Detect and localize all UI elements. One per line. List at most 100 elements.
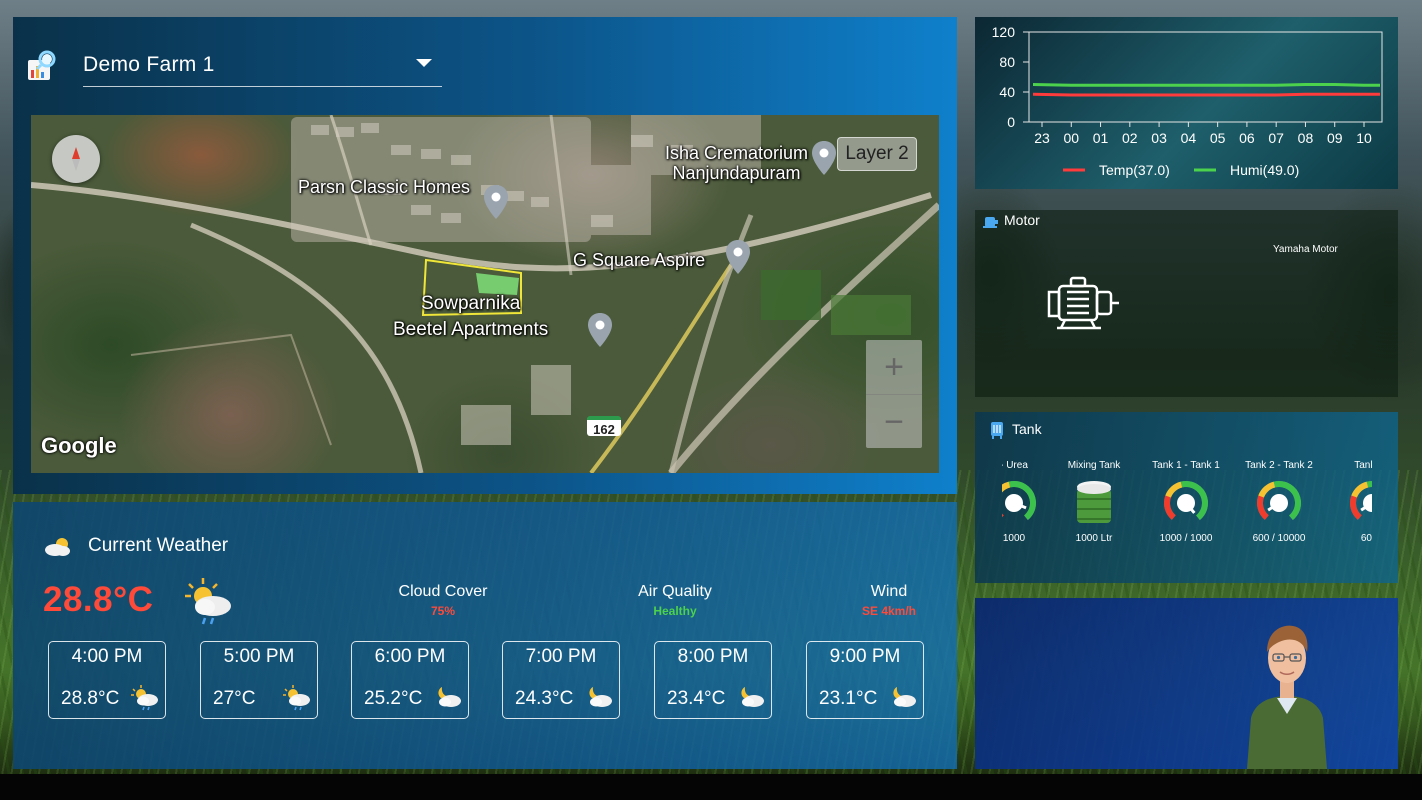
forecast-temp: 28.8°C — [61, 688, 120, 709]
forecast-time: 5:00 PM — [223, 646, 295, 667]
partly-cloudy-icon — [45, 538, 70, 556]
y-tick-label: 120 — [992, 24, 1016, 40]
forecast-temp: 25.2°C — [364, 688, 423, 709]
farm-analytics-icon — [28, 50, 56, 80]
hourly-forecast-card[interactable]: 6:00 PM 25.2°C — [351, 641, 469, 719]
bottom-bar — [0, 774, 1422, 800]
motor-panel: Motor Yamaha Motor — [975, 210, 1398, 397]
temp-humidity-chart-panel: 120 80 40 0 23 00 01 02 03 04 05 06 07 08 09 10 Temp(37.… — [975, 17, 1398, 189]
map-label-gsquare: G Square Aspire — [573, 250, 706, 270]
tank-level-gauge — [1350, 481, 1372, 525]
tank-item[interactable]: - Urea 1000 — [1002, 460, 1054, 544]
map-pin-icon[interactable] — [811, 141, 837, 175]
motor-name: Yamaha Motor — [1273, 244, 1338, 255]
current-temperature: 28.8°C — [43, 580, 154, 619]
map-label-crematorium: Isha Crematorium Nanjundapuram — [665, 143, 809, 183]
forecast-time: 8:00 PM — [677, 646, 749, 667]
farm-dropdown[interactable]: Demo Farm 1 — [26, 50, 442, 104]
forecast-temp: 24.3°C — [515, 688, 574, 709]
chevron-down-icon — [416, 59, 432, 67]
satellite-map[interactable]: Layer 2 Isha Crematorium Nanjundapuram P… — [31, 115, 939, 473]
tank-item[interactable]: Tank 2 - Tank 2 600 / 10000 — [1239, 460, 1319, 544]
x-tick-label: 09 — [1327, 130, 1343, 146]
moon-cloud-icon — [893, 687, 916, 707]
x-tick-label: 00 — [1063, 130, 1079, 146]
x-tick-label: 03 — [1151, 130, 1167, 146]
legend-label: Humi(49.0) — [1230, 162, 1299, 178]
cloud-cover-label: Cloud Cover — [398, 583, 488, 600]
temp-humidity-chart: 120 80 40 0 23 00 01 02 03 04 05 06 07 08 09 10 Temp(37.… — [992, 24, 1383, 178]
tank-name: Tank 2 - Tank 2 — [1245, 460, 1313, 471]
tank-level-gauge — [1257, 481, 1301, 525]
cloud-cover-metric: Cloud Cover 75% — [373, 583, 513, 618]
y-tick-label: 80 — [999, 54, 1015, 70]
weather-panel: Current Weather 28.8°C Cloud Cover 75% A… — [13, 502, 957, 769]
google-logo: Google — [41, 433, 117, 458]
air-quality-label: Air Quality — [638, 583, 712, 600]
map-panel: Demo Farm 1 Layer 2 Isha Crematorium Nan… — [13, 17, 957, 494]
tank-value: 1000 — [1002, 533, 1026, 544]
sun-rain-icon — [283, 685, 310, 711]
layer-button[interactable]: Layer 2 — [837, 137, 917, 171]
zoom-in-button[interactable]: + — [866, 340, 922, 394]
tank-list[interactable]: - Urea 1000 Mixing Tank 1000 Ltr Tank 1 - Ta… — [1002, 412, 1372, 583]
forecast-time: 6:00 PM — [374, 646, 446, 667]
tank-panel: Tank - Urea 1000 Mixing Tank 1000 Ltr Tank 1… — [975, 412, 1398, 583]
tank-item[interactable]: Tank 1 - Tank 1 1000 / 1000 — [1146, 460, 1226, 544]
x-tick-label: 23 — [1034, 130, 1050, 146]
tank-value: 1000 / 1000 — [1159, 533, 1213, 544]
tank-value: 600 / 10000 — [1252, 533, 1306, 544]
air-quality-value: Healthy — [653, 604, 697, 618]
forecast-temp: 23.1°C — [819, 688, 878, 709]
map-pin-icon[interactable] — [725, 240, 751, 274]
wind-metric: Wind SE 4km/h — [819, 583, 959, 618]
tank-name: - Urea — [1002, 460, 1028, 471]
hourly-forecast-card[interactable]: 5:00 PM 27°C — [200, 641, 318, 719]
cloud-cover-value: 75% — [430, 604, 456, 618]
assistant-panel — [975, 598, 1398, 769]
electric-motor-icon[interactable] — [1045, 272, 1121, 334]
series-line — [1032, 92, 1380, 97]
hourly-forecast-card[interactable]: 9:00 PM 23.1°C — [806, 641, 924, 719]
motor-icon — [983, 217, 998, 228]
x-tick-label: 04 — [1181, 130, 1197, 146]
forecast-time: 7:00 PM — [525, 646, 597, 667]
farm-name: Demo Farm 1 — [83, 53, 215, 76]
air-quality-metric: Air Quality Healthy — [605, 583, 745, 618]
tank-item[interactable]: Tank 3 - 600 / — [1332, 460, 1372, 544]
route-sign: 162 — [587, 416, 621, 437]
wind-value: SE 4km/h — [861, 604, 917, 618]
tank-name: Mixing Tank — [1067, 460, 1121, 471]
motor-title: Motor — [1004, 212, 1040, 228]
x-tick-label: 08 — [1298, 130, 1314, 146]
forecast-time: 9:00 PM — [829, 646, 901, 667]
moon-cloud-icon — [438, 687, 461, 707]
x-tick-label: 07 — [1268, 130, 1284, 146]
zoom-control: + − — [866, 340, 922, 448]
x-tick-label: 06 — [1239, 130, 1255, 146]
tank-value: 1000 Ltr — [1075, 533, 1113, 544]
y-tick-label: 0 — [1007, 114, 1015, 130]
tank-level-gauge — [1164, 481, 1208, 525]
tank-name: Tank 3 - — [1354, 460, 1372, 471]
x-tick-label: 05 — [1210, 130, 1226, 146]
sun-rain-icon — [131, 685, 158, 711]
hourly-forecast-card[interactable]: 4:00 PM 28.8°C — [48, 641, 166, 719]
chart-plot-frame — [1028, 31, 1383, 123]
x-tick-label: 02 — [1122, 130, 1138, 146]
map-pin-icon[interactable] — [483, 185, 509, 219]
mixing-tank-icon — [1077, 481, 1111, 523]
hourly-forecast-card[interactable]: 8:00 PM 23.4°C — [654, 641, 772, 719]
moon-cloud-icon — [741, 687, 764, 707]
forecast-temp: 27°C — [213, 688, 256, 709]
tank-item[interactable]: Mixing Tank 1000 Ltr — [1054, 460, 1134, 544]
moon-cloud-icon — [589, 687, 612, 707]
assistant-avatar[interactable] — [1237, 618, 1337, 769]
compass-button[interactable] — [52, 135, 100, 183]
zoom-out-button[interactable]: − — [866, 395, 922, 449]
farm-dropdown-underline — [83, 86, 442, 87]
tank-name: Tank 1 - Tank 1 — [1152, 460, 1220, 471]
map-pin-icon[interactable] — [587, 313, 613, 347]
hourly-forecast-card[interactable]: 7:00 PM 24.3°C — [502, 641, 620, 719]
compass-icon — [72, 147, 80, 171]
